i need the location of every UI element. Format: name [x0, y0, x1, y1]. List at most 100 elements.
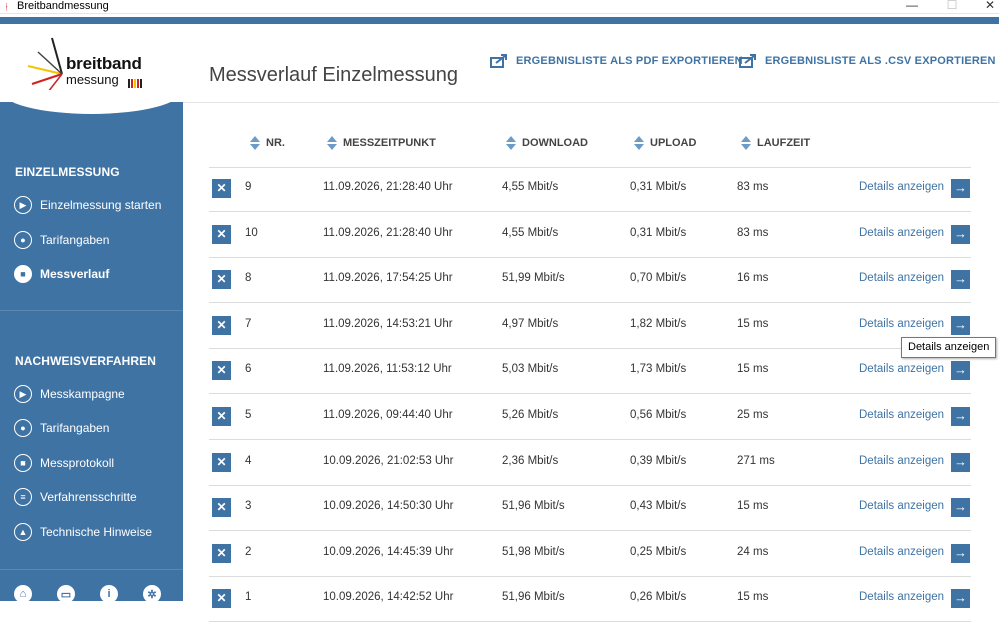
column-label: NR.: [266, 137, 285, 149]
close-button[interactable]: ✕: [980, 0, 999, 12]
column-header-nr[interactable]: NR.: [250, 136, 285, 150]
details-link[interactable]: Details anzeigen: [859, 546, 944, 558]
header-strip: [0, 17, 999, 24]
cell-nr: 1: [245, 591, 252, 604]
arrow-right-icon[interactable]: →: [951, 407, 970, 426]
nav-label: Messprotokoll: [40, 456, 115, 470]
nav-messkampagne[interactable]: ▶ Messkampagne: [14, 383, 179, 405]
sidebar-divider-bottom: [0, 569, 183, 570]
person-icon: ●: [14, 419, 32, 437]
gear-icon[interactable]: ✲: [143, 585, 161, 603]
column-header-time[interactable]: MESSZEITPUNKT: [327, 136, 436, 150]
table-row: ✕ 4 10.09.2026, 21:02:53 Uhr 2,36 Mbit/s 0,3…: [209, 440, 971, 486]
minimize-button[interactable]: —: [902, 0, 922, 12]
cell-nr: 3: [245, 500, 252, 513]
nav-einzelmessung-starten[interactable]: ▶ Einzelmessung starten: [14, 194, 179, 216]
delete-button[interactable]: ✕: [212, 361, 231, 381]
delete-button[interactable]: ✕: [212, 452, 231, 472]
details-link[interactable]: Details anzeigen: [859, 591, 944, 603]
cell-time: 11.09.2026, 09:44:40 Uhr: [323, 409, 453, 421]
details-link[interactable]: Details anzeigen: [859, 272, 944, 284]
home-icon[interactable]: ⌂: [14, 585, 32, 603]
delete-button[interactable]: ✕: [212, 270, 231, 290]
nav-messverlauf[interactable]: ■ Messverlauf: [14, 263, 179, 285]
arrow-right-icon[interactable]: →: [951, 452, 970, 472]
page-title: Messverlauf Einzelmessung: [209, 64, 458, 86]
cell-latency: 16 ms: [737, 272, 769, 285]
arrow-right-icon[interactable]: →: [951, 315, 970, 335]
cell-nr: 8: [245, 272, 252, 285]
cell-time: 10.09.2026, 21:02:53 Uhr: [323, 454, 454, 467]
clipboard-icon: ■: [14, 265, 32, 283]
cell-latency: 83 ms: [737, 181, 769, 193]
cell-upload: 0,31 Mbit/s: [630, 226, 687, 239]
sort-icon: [327, 136, 337, 150]
cell-upload: 1,82 Mbit/s: [630, 317, 687, 330]
cell-download: 51,96 Mbit/s: [502, 500, 565, 513]
nav-messprotokoll[interactable]: ■ Messprotokoll: [14, 452, 179, 474]
column-header-upload[interactable]: UPLOAD: [634, 136, 696, 150]
table-row: ✕ 1 10.09.2026, 14:42:52 Uhr 51,96 Mbit/s 0,…: [209, 576, 971, 622]
cell-upload: 0,31 Mbit/s: [630, 181, 687, 193]
details-link[interactable]: Details anzeigen: [859, 181, 944, 193]
arrow-right-icon[interactable]: →: [951, 543, 970, 563]
arrow-right-icon[interactable]: →: [951, 361, 970, 381]
cell-nr: 5: [245, 409, 252, 421]
window-title: Breitbandmessung: [17, 0, 109, 12]
maximize-button[interactable]: ☐: [942, 0, 962, 12]
cell-nr: 4: [245, 454, 252, 467]
details-link[interactable]: Details anzeigen: [859, 227, 944, 239]
export-csv-button[interactable]: ERGEBNISLISTE ALS .CSV EXPORTIEREN: [739, 51, 996, 71]
header-divider: [183, 102, 999, 103]
section-title-einzelmessung: EINZELMESSUNG: [15, 165, 120, 179]
cell-nr: 7: [245, 317, 252, 330]
delete-button[interactable]: ✕: [212, 407, 231, 426]
table-header: NR. MESSZEITPUNKT DOWNLOAD UPLOAD LAUFZE…: [209, 134, 971, 168]
sidebar: breitband messung EINZELMESSUNG ▶ Einzel…: [0, 24, 183, 603]
nav-technische-hinweise[interactable]: ▲ Technische Hinweise: [14, 521, 179, 543]
arrow-right-icon[interactable]: →: [951, 224, 970, 244]
arrow-right-icon[interactable]: →: [951, 589, 970, 609]
column-label: DOWNLOAD: [522, 137, 588, 149]
info-icon[interactable]: i: [100, 585, 118, 603]
sort-icon: [250, 136, 260, 150]
delete-button[interactable]: ✕: [212, 589, 231, 609]
details-link[interactable]: Details anzeigen: [859, 363, 944, 375]
cell-upload: 0,56 Mbit/s: [630, 409, 687, 421]
table-row: ✕ 5 11.09.2026, 09:44:40 Uhr 5,26 Mbit/s 0,5…: [209, 394, 971, 440]
cell-latency: 24 ms: [737, 545, 769, 558]
table-row: ✕ 10 11.09.2026, 21:28:40 Uhr 4,55 Mbit/s 0,…: [209, 212, 971, 258]
chat-icon[interactable]: ▭: [57, 585, 75, 603]
cell-latency: 15 ms: [737, 591, 769, 604]
details-link[interactable]: Details anzeigen: [859, 318, 944, 330]
cell-time: 11.09.2026, 14:53:21 Uhr: [323, 317, 453, 330]
cell-download: 51,98 Mbit/s: [502, 545, 565, 558]
delete-button[interactable]: ✕: [212, 179, 231, 198]
table-row: ✕ 2 10.09.2026, 14:45:39 Uhr 51,98 Mbit/s 0,…: [209, 531, 971, 577]
arrow-right-icon[interactable]: →: [951, 179, 970, 198]
column-header-download[interactable]: DOWNLOAD: [506, 136, 588, 150]
arrow-right-icon[interactable]: →: [951, 270, 970, 290]
details-link[interactable]: Details anzeigen: [859, 455, 944, 467]
cell-download: 2,36 Mbit/s: [502, 454, 559, 467]
cell-download: 5,03 Mbit/s: [502, 363, 559, 376]
delete-button[interactable]: ✕: [212, 224, 231, 244]
cell-latency: 15 ms: [737, 363, 769, 376]
tooltip: Details anzeigen: [901, 337, 997, 358]
table-row: ✕ 8 11.09.2026, 17:54:25 Uhr 51,99 Mbit/s 0,…: [209, 257, 971, 304]
nav-verfahrensschritte[interactable]: ≡ Verfahrensschritte: [14, 486, 179, 508]
export-pdf-button[interactable]: ERGEBNISLISTE ALS PDF EXPORTIEREN: [490, 51, 743, 71]
arrow-right-icon[interactable]: →: [951, 498, 970, 518]
nav-tarifangaben[interactable]: ● Tarifangaben: [14, 229, 179, 251]
cell-time: 11.09.2026, 11:53:12 Uhr: [323, 363, 452, 376]
column-label: LAUFZEIT: [757, 137, 811, 149]
details-link[interactable]: Details anzeigen: [859, 500, 944, 512]
column-header-latency[interactable]: LAUFZEIT: [741, 136, 810, 150]
cell-download: 4,55 Mbit/s: [502, 181, 559, 193]
delete-button[interactable]: ✕: [212, 498, 231, 518]
nav-tarifangaben-2[interactable]: ● Tarifangaben: [14, 417, 179, 439]
delete-button[interactable]: ✕: [212, 315, 231, 335]
details-link[interactable]: Details anzeigen: [859, 409, 944, 421]
cell-latency: 15 ms: [737, 317, 769, 330]
delete-button[interactable]: ✕: [212, 543, 231, 563]
